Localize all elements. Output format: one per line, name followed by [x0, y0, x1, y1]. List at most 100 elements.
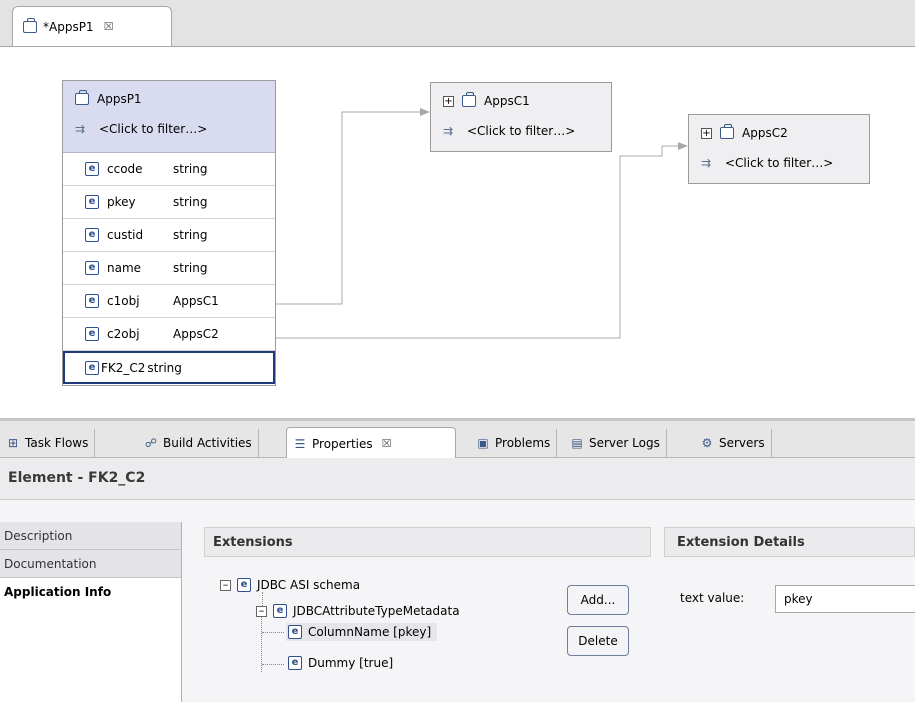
element-icon: e	[85, 327, 99, 341]
view-tab-bar: ⊞ Task Flows ☍ Build Activities ☰ Proper…	[0, 418, 915, 459]
element-icon: e	[237, 578, 251, 592]
attribute-name: custid	[107, 228, 144, 242]
element-icon: e	[85, 360, 99, 375]
filter-row[interactable]: ⇉ <Click to filter…>	[443, 121, 611, 141]
expand-icon[interactable]: +	[701, 127, 712, 139]
tree-item-jdbc-asi-schema[interactable]: – e JDBC ASI schema	[220, 578, 360, 592]
editor-tab-appsp1[interactable]: *AppsP1 ☒	[12, 6, 172, 46]
attribute-name: c1obj	[107, 294, 140, 308]
filter-icon: ⇉	[443, 124, 453, 138]
add-button[interactable]: Add...	[567, 585, 629, 615]
filter-icon: ⇉	[75, 122, 85, 136]
attribute-type: string	[173, 261, 208, 275]
side-tab-description[interactable]: Description	[0, 522, 181, 550]
element-icon: e	[85, 261, 99, 275]
attribute-type: AppsC2	[173, 327, 219, 341]
tree-item-label: Dummy [true]	[308, 656, 394, 670]
package-icon	[75, 90, 89, 105]
close-icon[interactable]: ☒	[104, 20, 114, 33]
extension-details-header: Extension Details	[664, 527, 915, 557]
tab-servers[interactable]: ⚙ Servers	[694, 429, 772, 457]
element-icon: e	[85, 228, 99, 242]
attribute-type: string	[173, 228, 208, 242]
tab-label: Servers	[719, 436, 765, 450]
tree-item-label: JDBCAttributeTypeMetadata	[293, 604, 460, 618]
close-icon[interactable]: ☒	[382, 437, 392, 450]
package-icon	[462, 92, 476, 107]
attribute-type: AppsC1	[173, 294, 219, 308]
tree-item-dummy[interactable]: e Dummy [true]	[288, 656, 393, 670]
package-icon	[23, 17, 37, 33]
tab-label: Server Logs	[589, 436, 660, 450]
package-icon	[720, 124, 734, 139]
tree-item-label: ColumnName [pkey]	[308, 625, 432, 639]
element-icon: e	[85, 162, 99, 176]
expand-icon[interactable]: +	[443, 95, 454, 107]
servers-icon: ⚙	[701, 436, 713, 450]
filter-row[interactable]: ⇉ <Click to filter…>	[701, 153, 869, 173]
editor-tab-bar: *AppsP1 ☒	[0, 0, 915, 46]
collapse-icon[interactable]: –	[256, 605, 267, 617]
attribute-row[interactable]: e name string	[63, 252, 275, 285]
attribute-row[interactable]: e c1obj AppsC1	[63, 285, 275, 318]
tab-label: Problems	[495, 436, 551, 450]
tab-server-logs[interactable]: ▤ Server Logs	[564, 429, 667, 457]
tree-item-label: JDBC ASI schema	[257, 578, 361, 592]
attribute-name: pkey	[107, 195, 136, 209]
entity-title: AppsC2	[742, 126, 788, 140]
properties-icon: ☰	[294, 436, 306, 451]
attribute-row[interactable]: e pkey string	[63, 186, 275, 219]
tree-item-jdbc-attribute-metadata[interactable]: – e JDBCAttributeTypeMetadata	[256, 604, 460, 618]
filter-label: <Click to filter…>	[467, 124, 576, 138]
extensions-header: Extensions	[204, 527, 651, 557]
attribute-name: ccode	[107, 162, 143, 176]
tab-label: Task Flows	[25, 436, 89, 450]
entity-node-header: AppsP1 ⇉ <Click to filter…>	[63, 81, 275, 153]
element-icon: e	[273, 604, 287, 618]
entity-title: AppsP1	[97, 92, 142, 106]
tab-label: Build Activities	[163, 436, 252, 450]
filter-label: <Click to filter…>	[725, 156, 834, 170]
text-value-input[interactable]	[775, 585, 915, 613]
tab-task-flows[interactable]: ⊞ Task Flows	[0, 429, 96, 457]
attribute-row-selected[interactable]: e FK2_C2 string	[63, 351, 275, 384]
attribute-type: string	[173, 162, 208, 176]
properties-title: Element - FK2_C2	[0, 458, 915, 500]
entity-node-appsc2[interactable]: + AppsC2 ⇉ <Click to filter…>	[688, 114, 870, 184]
element-icon: e	[288, 625, 302, 639]
properties-side-tabs: Description Documentation Application In…	[0, 522, 182, 702]
element-icon: e	[85, 294, 99, 308]
filter-label: <Click to filter…>	[99, 122, 208, 136]
text-value-label: text value:	[680, 591, 745, 605]
collapse-icon[interactable]: –	[220, 579, 231, 591]
entity-node-appsc1[interactable]: + AppsC1 ⇉ <Click to filter…>	[430, 82, 612, 152]
filter-icon: ⇉	[701, 156, 711, 170]
element-icon: e	[288, 656, 302, 670]
tab-label: Properties	[312, 436, 373, 451]
problems-icon: ▣	[477, 436, 489, 450]
tree-line	[261, 612, 262, 672]
attribute-name: name	[107, 261, 142, 275]
attribute-type: string	[147, 360, 182, 375]
editor-tab-label: *AppsP1	[43, 19, 94, 34]
tab-build-activities[interactable]: ☍ Build Activities	[138, 429, 259, 457]
tree-line	[262, 632, 284, 633]
attribute-name: c2obj	[107, 327, 140, 341]
side-tab-documentation[interactable]: Documentation	[0, 550, 181, 578]
entity-node-appsp1[interactable]: AppsP1 ⇉ <Click to filter…> e ccode stri…	[62, 80, 276, 386]
tree-item-columnname[interactable]: e ColumnName [pkey]	[286, 623, 438, 641]
side-tab-application-info[interactable]: Application Info	[0, 578, 181, 606]
attribute-row[interactable]: e custid string	[63, 219, 275, 252]
tab-problems[interactable]: ▣ Problems	[470, 429, 558, 457]
filter-row[interactable]: ⇉ <Click to filter…>	[75, 119, 275, 139]
attribute-row[interactable]: e ccode string	[63, 153, 275, 186]
tree-line	[262, 664, 284, 665]
attribute-row[interactable]: e c2obj AppsC2	[63, 318, 275, 351]
server-logs-icon: ▤	[571, 436, 583, 450]
task-flows-icon: ⊞	[7, 436, 19, 450]
element-icon: e	[85, 195, 99, 209]
entity-title: AppsC1	[484, 94, 530, 108]
attribute-type: string	[173, 195, 208, 209]
delete-button[interactable]: Delete	[567, 626, 629, 656]
tab-properties[interactable]: ☰ Properties ☒	[286, 427, 456, 459]
